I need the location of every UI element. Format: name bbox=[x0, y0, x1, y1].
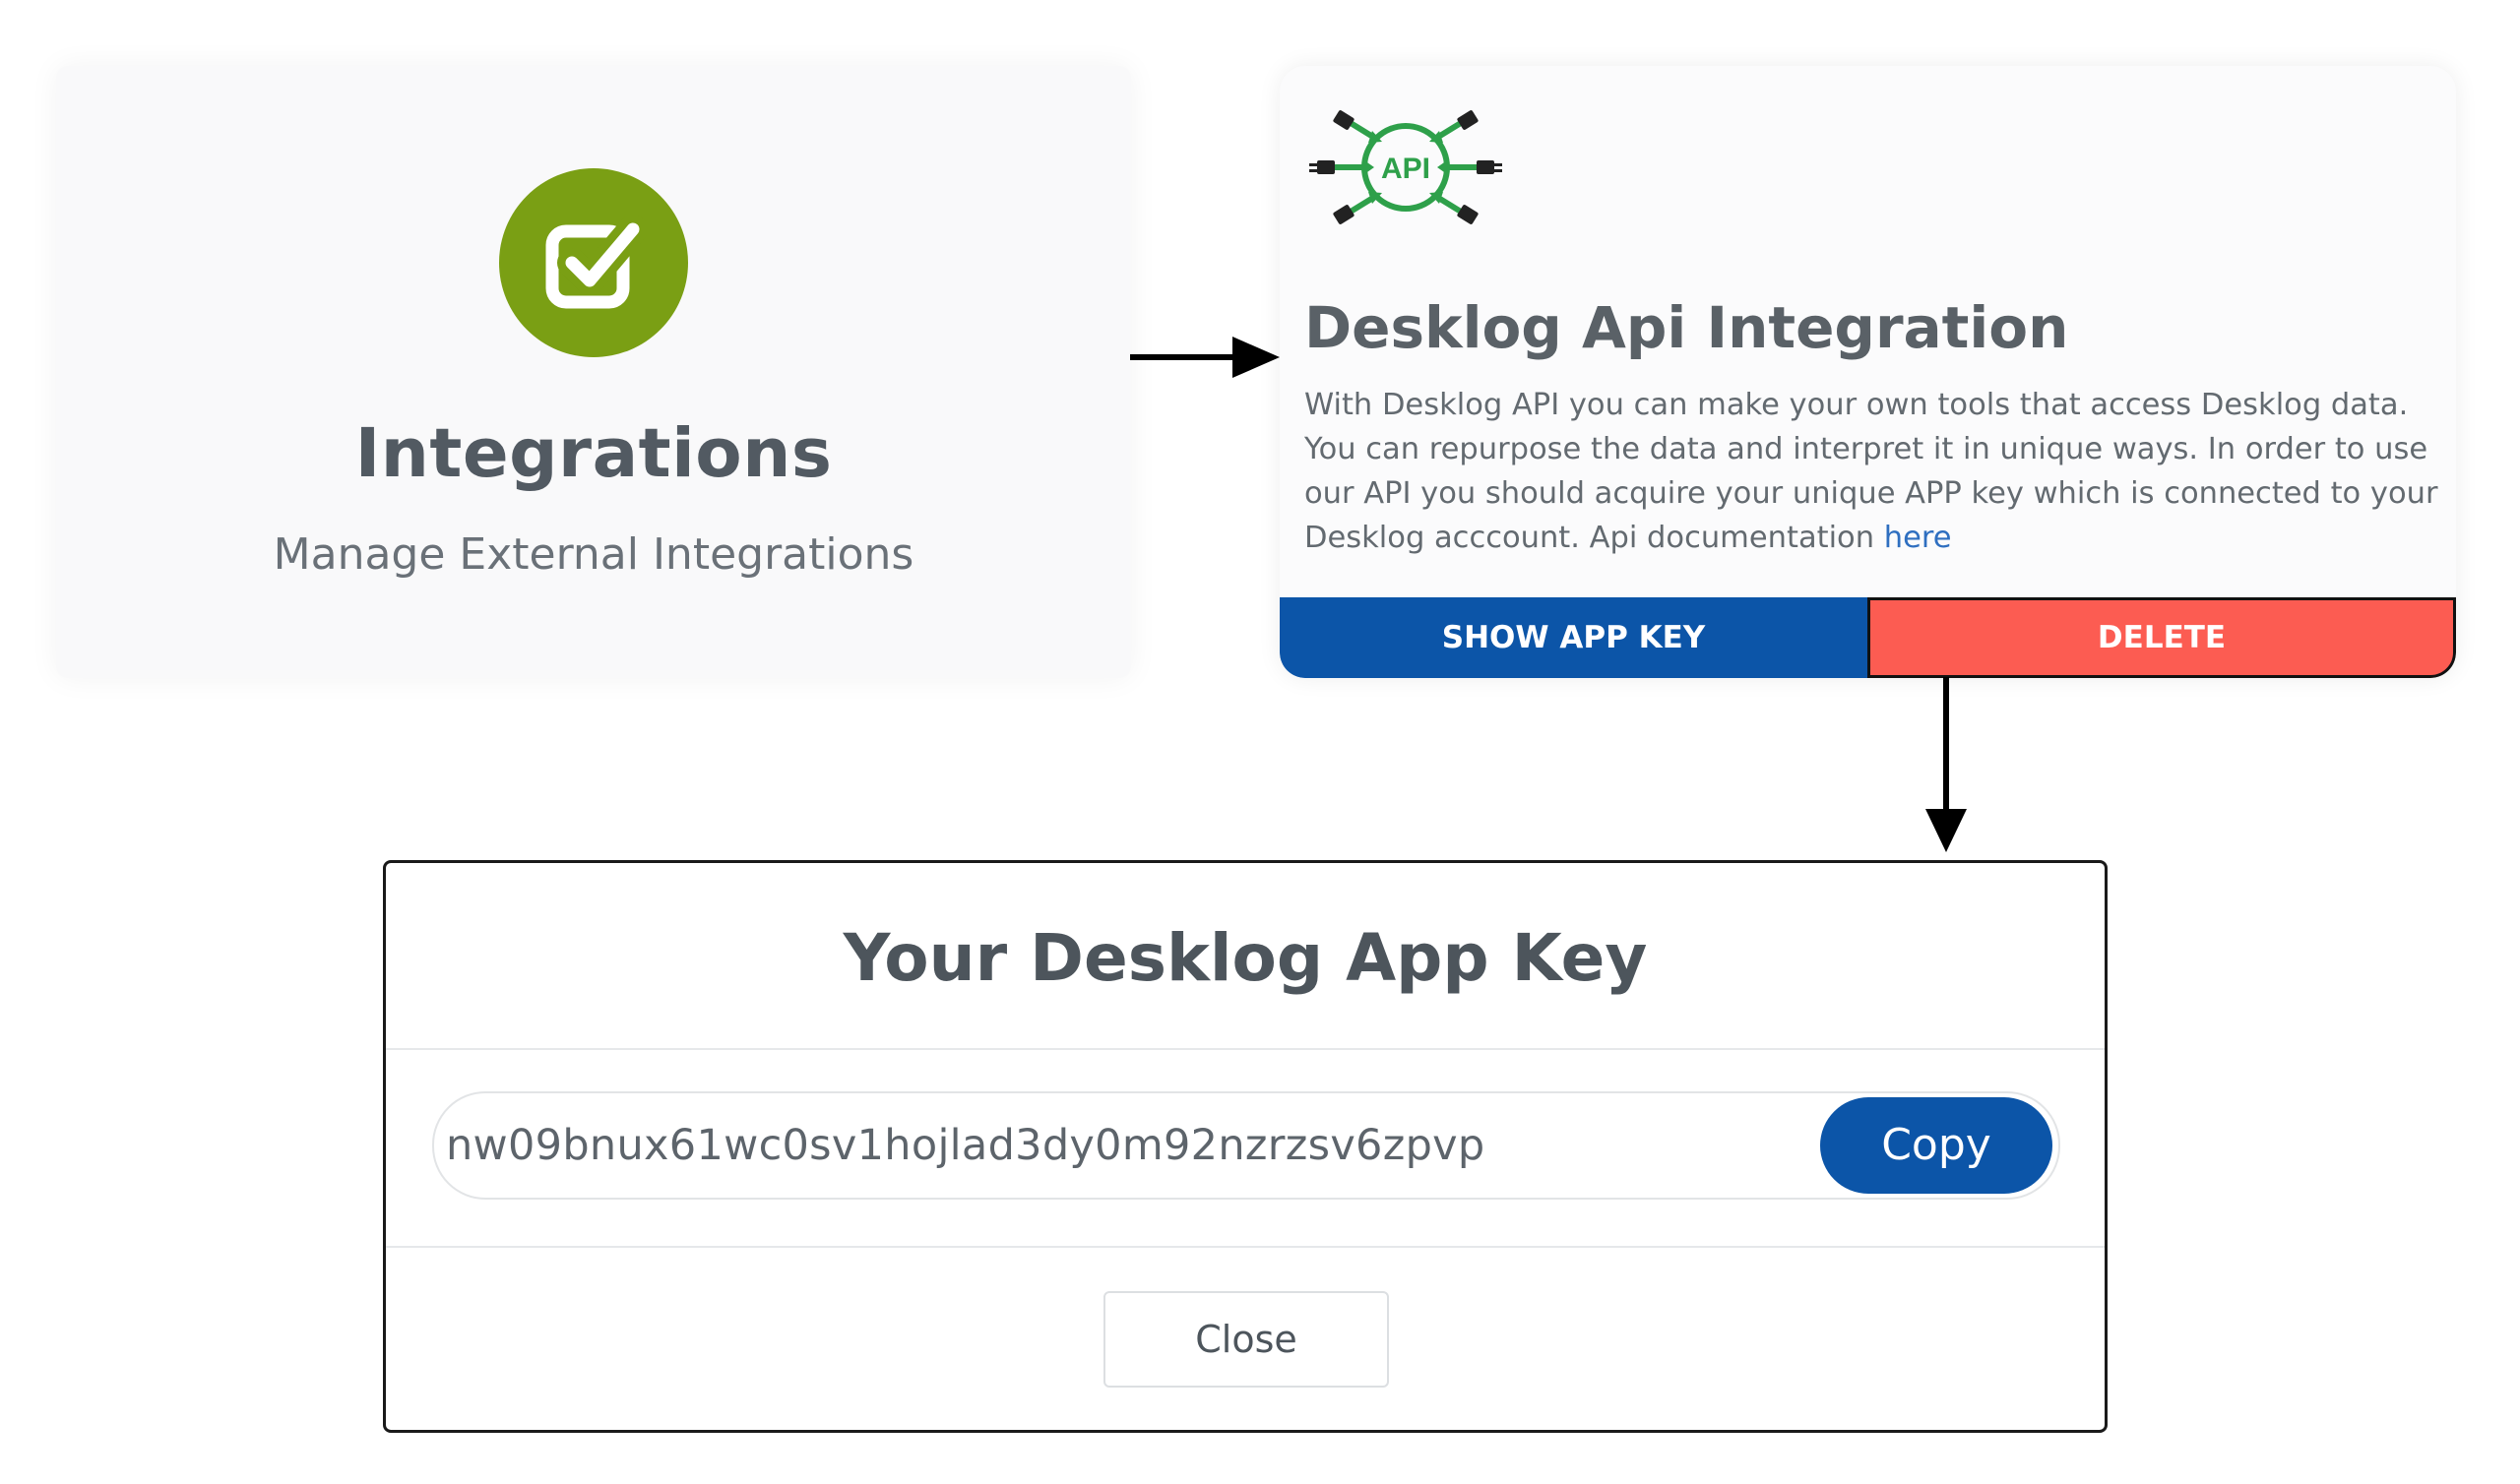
integrations-title: Integrations bbox=[354, 414, 833, 493]
api-documentation-link[interactable]: here bbox=[1884, 521, 1952, 555]
api-card-description: With Desklog API you can make your own t… bbox=[1304, 383, 2446, 560]
delete-button[interactable]: DELETE bbox=[1867, 597, 2456, 678]
arrow-down-icon bbox=[1925, 677, 1967, 852]
api-description-text: With Desklog API you can make your own t… bbox=[1304, 388, 2438, 555]
api-card-actions: SHOW APP KEY DELETE bbox=[1280, 597, 2456, 678]
close-button[interactable]: Close bbox=[1103, 1291, 1389, 1388]
api-logo-text: API bbox=[1381, 153, 1430, 185]
arrow-right-icon bbox=[1130, 337, 1280, 378]
integrations-card[interactable]: Integrations Manage External Integration… bbox=[56, 66, 1131, 678]
check-square-icon bbox=[499, 168, 688, 357]
api-logo-icon: API bbox=[1309, 110, 1502, 224]
api-card-title: Desklog Api Integration bbox=[1304, 294, 2069, 361]
app-key-modal: Your Desklog App Key nw09bnux61wc0sv1hoj… bbox=[383, 860, 2108, 1433]
app-key-field[interactable]: nw09bnux61wc0sv1hojlad3dy0m92nzrzsv6zpvp… bbox=[432, 1091, 2060, 1200]
modal-title: Your Desklog App Key bbox=[843, 920, 1648, 996]
show-app-key-button[interactable]: SHOW APP KEY bbox=[1280, 597, 1867, 678]
integrations-subtitle: Manage External Integrations bbox=[273, 529, 914, 580]
api-integration-card: API Desklog Api Integration With Desklog… bbox=[1280, 66, 2456, 678]
modal-header-divider bbox=[386, 1048, 2105, 1050]
copy-button[interactable]: Copy bbox=[1820, 1097, 2052, 1194]
app-key-value[interactable]: nw09bnux61wc0sv1hojlad3dy0m92nzrzsv6zpvp bbox=[446, 1093, 1485, 1198]
modal-footer-divider bbox=[386, 1246, 2105, 1248]
